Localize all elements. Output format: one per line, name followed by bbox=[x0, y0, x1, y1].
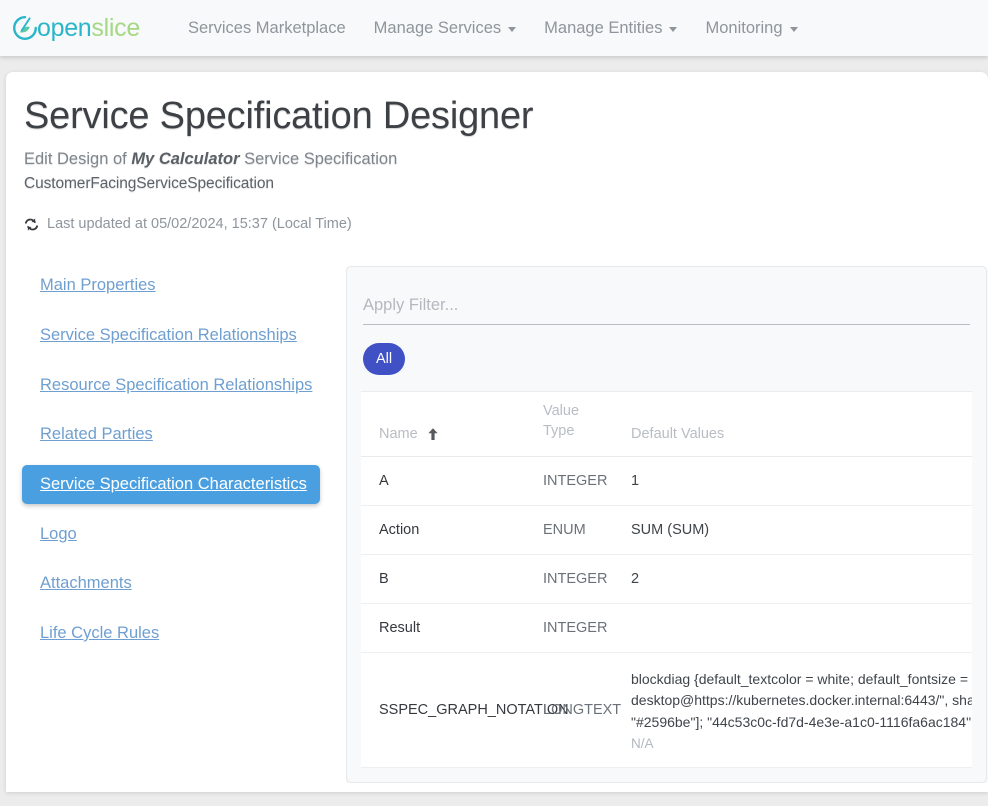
nav-label: Manage Entities bbox=[544, 19, 662, 38]
chevron-down-icon bbox=[508, 27, 516, 32]
sidebar-item-label: Attachments bbox=[40, 574, 132, 592]
cell-default-values: blockdiag {default_textcolor = white; de… bbox=[623, 652, 972, 767]
last-updated-text: Last updated at 05/02/2024, 15:37 (Local… bbox=[47, 216, 352, 232]
cell-na-label: N/A bbox=[631, 736, 972, 751]
sidebar-item-service-specification-relationships[interactable]: Service Specification Relationships bbox=[22, 316, 346, 355]
sidebar-item-related-parties[interactable]: Related Parties bbox=[22, 415, 346, 454]
page-title: Service Specification Designer bbox=[6, 94, 988, 139]
sidebar-item-label: Logo bbox=[40, 525, 77, 543]
sidebar-item-logo[interactable]: Logo bbox=[22, 515, 346, 554]
main-content-card: Service Specification Designer Edit Desi… bbox=[6, 72, 988, 792]
subtitle-prefix: Edit Design of bbox=[24, 150, 131, 168]
designer-content: Main Properties Service Specification Re… bbox=[6, 232, 988, 782]
subtitle-spec-name: My Calculator bbox=[131, 150, 239, 168]
cell-name: B bbox=[361, 554, 535, 603]
table-header-row: Name bbox=[361, 392, 972, 456]
sidebar-item-label: Main Properties bbox=[40, 276, 156, 294]
cell-name: A bbox=[361, 456, 535, 505]
cell-default-values: 2 bbox=[623, 554, 972, 603]
table-body: A INTEGER 1 Action ENUM SUM (SUM) bbox=[361, 456, 972, 767]
sync-icon bbox=[24, 217, 39, 232]
cell-name: Action bbox=[361, 505, 535, 554]
nav-item-manage-services[interactable]: Manage Services bbox=[360, 11, 530, 46]
column-header-value-type[interactable]: Value Type bbox=[535, 392, 623, 456]
cell-name: SSPEC_GRAPH_NOTATION bbox=[361, 652, 535, 767]
table-row[interactable]: A INTEGER 1 bbox=[361, 456, 972, 505]
cell-default-values: SUM (SUM) bbox=[623, 505, 972, 554]
last-updated-row: Last updated at 05/02/2024, 15:37 (Local… bbox=[6, 196, 988, 232]
characteristics-panel-wrap: All Name bbox=[346, 266, 988, 782]
top-navbar: openslice Services Marketplace Manage Se… bbox=[0, 0, 988, 56]
cell-value-type: INTEGER bbox=[535, 603, 623, 652]
nav-label: Manage Services bbox=[374, 19, 501, 38]
column-header-value-type-line2: Type bbox=[543, 423, 574, 439]
filter-chip-row: All bbox=[361, 325, 972, 391]
column-header-value-type-line1: Value bbox=[543, 403, 579, 419]
chevron-down-icon bbox=[790, 27, 798, 32]
page-body: Service Specification Designer Edit Desi… bbox=[0, 56, 988, 792]
chevron-down-icon bbox=[669, 27, 677, 32]
sidebar-item-main-properties[interactable]: Main Properties bbox=[22, 266, 346, 305]
table-row[interactable]: Action ENUM SUM (SUM) bbox=[361, 505, 972, 554]
cell-value-type: INTEGER bbox=[535, 456, 623, 505]
arrow-up-icon bbox=[427, 427, 439, 442]
cell-name: Result bbox=[361, 603, 535, 652]
cell-default-values: 1 bbox=[623, 456, 972, 505]
cell-default-values bbox=[623, 603, 972, 652]
table-row[interactable]: B INTEGER 2 bbox=[361, 554, 972, 603]
sidebar-item-label: Service Specification Relationships bbox=[40, 326, 297, 344]
sidebar-item-attachments[interactable]: Attachments bbox=[22, 564, 346, 603]
brand-logo-link[interactable]: openslice bbox=[10, 15, 140, 41]
nav-item-monitoring[interactable]: Monitoring bbox=[691, 11, 811, 46]
sidebar-item-label: Related Parties bbox=[40, 425, 153, 443]
nav-item-manage-entities[interactable]: Manage Entities bbox=[530, 11, 691, 46]
filter-input[interactable] bbox=[363, 294, 970, 325]
sidebar-item-label: Life Cycle Rules bbox=[40, 624, 159, 642]
column-header-default-values-label: Default Values bbox=[631, 426, 724, 442]
subtitle-suffix: Service Specification bbox=[240, 150, 398, 168]
designer-sidebar: Main Properties Service Specification Re… bbox=[6, 266, 346, 663]
characteristics-table: Name bbox=[361, 392, 972, 767]
cell-value-type: INTEGER bbox=[535, 554, 623, 603]
characteristics-panel: All Name bbox=[346, 266, 987, 782]
sidebar-item-label: Service Specification Characteristics bbox=[40, 475, 307, 493]
sidebar-item-resource-specification-relationships[interactable]: Resource Specification Relationships bbox=[22, 366, 346, 405]
spec-type-label: CustomerFacingServiceSpecification bbox=[24, 172, 988, 196]
sidebar-item-life-cycle-rules[interactable]: Life Cycle Rules bbox=[22, 614, 346, 653]
nav-item-services-marketplace[interactable]: Services Marketplace bbox=[174, 11, 360, 46]
nav-label: Monitoring bbox=[705, 19, 782, 38]
sidebar-item-label: Resource Specification Relationships bbox=[40, 376, 312, 394]
brand-text-slice: slice bbox=[91, 14, 140, 42]
column-header-name-label: Name bbox=[379, 426, 418, 442]
brand-text-open: open bbox=[37, 14, 91, 42]
filter-row bbox=[361, 285, 972, 325]
navbar-links: Services Marketplace Manage Services Man… bbox=[174, 11, 812, 46]
characteristics-table-scroll[interactable]: Name bbox=[361, 391, 972, 767]
nav-label: Services Marketplace bbox=[188, 19, 346, 38]
filter-chip-all[interactable]: All bbox=[363, 343, 405, 375]
table-row[interactable]: Result INTEGER bbox=[361, 603, 972, 652]
column-header-name[interactable]: Name bbox=[361, 392, 535, 456]
column-header-default-values[interactable]: Default Values bbox=[623, 392, 972, 456]
table-row[interactable]: SSPEC_GRAPH_NOTATION LONGTEXT blockdiag … bbox=[361, 652, 972, 767]
sidebar-item-service-specification-characteristics[interactable]: Service Specification Characteristics bbox=[22, 465, 320, 504]
cell-value-type: LONGTEXT bbox=[535, 652, 623, 767]
page-subtitle: Edit Design of My Calculator Service Spe… bbox=[6, 139, 988, 197]
cell-value-type: ENUM bbox=[535, 505, 623, 554]
openslice-circle-logo-icon bbox=[12, 15, 38, 41]
table-head: Name bbox=[361, 392, 972, 456]
cell-longtext-value: blockdiag {default_textcolor = white; de… bbox=[631, 671, 972, 730]
